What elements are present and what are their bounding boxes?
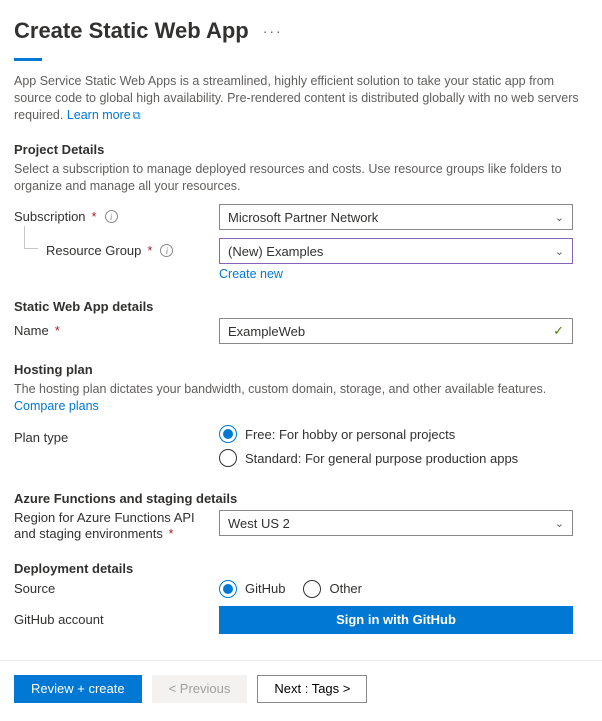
- plan-free-label: Free: For hobby or personal projects: [245, 427, 455, 442]
- check-icon: ✓: [553, 323, 564, 339]
- region-select[interactable]: West US 2 ⌄: [219, 510, 573, 536]
- plan-free-radio[interactable]: [219, 425, 237, 443]
- next-button[interactable]: Next : Tags >: [257, 675, 367, 703]
- resource-group-label: Resource Group* i: [14, 238, 219, 258]
- plan-standard-radio[interactable]: [219, 449, 237, 467]
- plan-standard-label: Standard: For general purpose production…: [245, 451, 518, 466]
- project-details-desc: Select a subscription to manage deployed…: [14, 161, 588, 195]
- signin-github-button[interactable]: Sign in with GitHub: [219, 606, 573, 634]
- project-details-heading: Project Details: [14, 142, 588, 157]
- source-label: Source: [14, 581, 219, 596]
- name-label: Name*: [14, 318, 219, 338]
- name-input[interactable]: ExampleWeb ✓: [219, 318, 573, 344]
- create-new-link[interactable]: Create new: [219, 267, 283, 281]
- resource-group-select[interactable]: (New) Examples ⌄: [219, 238, 573, 264]
- review-create-button[interactable]: Review + create: [14, 675, 142, 703]
- source-other-label: Other: [329, 581, 362, 596]
- wizard-footer: Review + create < Previous Next : Tags >: [0, 660, 602, 721]
- chevron-down-icon: ⌄: [555, 517, 564, 530]
- info-icon[interactable]: i: [105, 210, 118, 223]
- external-link-icon: ⧉: [133, 110, 141, 122]
- info-icon[interactable]: i: [160, 244, 173, 257]
- swa-details-heading: Static Web App details: [14, 299, 588, 314]
- previous-button: < Previous: [152, 675, 248, 703]
- region-label: Region for Azure Functions API and stagi…: [14, 510, 219, 543]
- subscription-label: Subscription* i: [14, 204, 219, 224]
- intro-text: App Service Static Web Apps is a streaml…: [14, 73, 588, 124]
- hosting-heading: Hosting plan: [14, 362, 588, 377]
- learn-more-link[interactable]: Learn more⧉: [67, 108, 141, 122]
- page-title: Create Static Web App: [14, 18, 249, 44]
- source-github-label: GitHub: [245, 581, 285, 596]
- subscription-select[interactable]: Microsoft Partner Network ⌄: [219, 204, 573, 230]
- source-other-radio[interactable]: [303, 580, 321, 598]
- hosting-desc: The hosting plan dictates your bandwidth…: [14, 381, 588, 415]
- functions-heading: Azure Functions and staging details: [14, 491, 588, 506]
- chevron-down-icon: ⌄: [555, 245, 564, 258]
- active-tab-indicator: [14, 58, 42, 61]
- compare-plans-link[interactable]: Compare plans: [14, 399, 99, 413]
- plan-type-label: Plan type: [14, 425, 219, 445]
- chevron-down-icon: ⌄: [555, 211, 564, 224]
- more-icon[interactable]: ···: [263, 23, 283, 39]
- github-account-label: GitHub account: [14, 612, 219, 627]
- deployment-heading: Deployment details: [14, 561, 588, 576]
- source-github-radio[interactable]: [219, 580, 237, 598]
